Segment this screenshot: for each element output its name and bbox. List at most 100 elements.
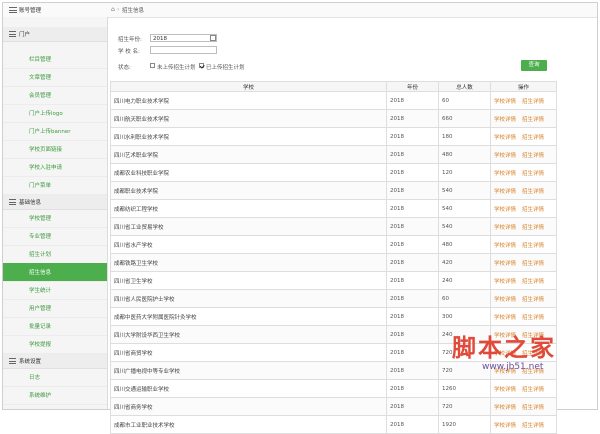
- school-detail-link[interactable]: 学校详情: [494, 117, 516, 123]
- search-button[interactable]: 查询: [521, 60, 547, 71]
- list-icon: [9, 199, 16, 207]
- sidebar-item-column[interactable]: 栏目管理: [3, 50, 107, 69]
- sidebar-group-basic-info[interactable]: 基础信息: [3, 195, 107, 210]
- sidebar-item-members[interactable]: 会员管理: [3, 86, 107, 105]
- enroll-detail-link[interactable]: 招生详情: [522, 225, 544, 231]
- enroll-detail-link[interactable]: 招生详情: [522, 405, 544, 411]
- col-count-header: 总人数: [438, 81, 491, 92]
- enroll-detail-link[interactable]: 招生详情: [522, 243, 544, 249]
- school-detail-link[interactable]: 学校详情: [494, 153, 516, 159]
- sidebar-item-enroll-info[interactable]: 招生信息: [3, 263, 107, 282]
- watermark-url: www.jb51.net: [482, 362, 544, 372]
- ops-cell: 学校详情 招生详情: [490, 415, 557, 434]
- calendar-icon[interactable]: [210, 35, 216, 41]
- enroll-detail-link[interactable]: 招生详情: [522, 153, 544, 159]
- year-cell: 2018: [386, 181, 439, 200]
- sidebar-item-school-report[interactable]: 学校提报: [3, 335, 107, 354]
- sidebar-item-maintenance[interactable]: 系统维护: [3, 386, 107, 405]
- enroll-detail-link[interactable]: 招生详情: [522, 207, 544, 213]
- sidebar-item-enroll-plan[interactable]: 招生计划: [3, 245, 107, 264]
- ops-cell: 学校详情 招生详情: [490, 289, 557, 308]
- school-cell: 成都农业科技职业学院: [110, 163, 387, 182]
- school-detail-link[interactable]: 学校详情: [494, 279, 516, 285]
- enroll-detail-link[interactable]: 招生详情: [522, 117, 544, 123]
- school-cell: 四川电力职业技术学院: [110, 91, 387, 110]
- school-cell: 四川省商贸学校: [110, 343, 387, 362]
- enroll-detail-link[interactable]: 招生详情: [522, 315, 544, 321]
- table-row: 四川省商务学校 2018 720 学校详情 招生详情: [110, 397, 557, 416]
- school-detail-link[interactable]: 学校详情: [494, 225, 516, 231]
- top-bar: 账号管理 ⌂ › 招生信息: [3, 3, 597, 18]
- year-cell: 2018: [386, 91, 439, 110]
- enroll-detail-link[interactable]: 招生详情: [522, 171, 544, 177]
- school-detail-link[interactable]: 学校详情: [494, 387, 516, 393]
- ops-cell: 学校详情 招生详情: [490, 397, 557, 416]
- unuploaded-checkbox[interactable]: [150, 63, 155, 68]
- count-cell: 480: [438, 145, 491, 164]
- school-detail-link[interactable]: 学校详情: [494, 405, 516, 411]
- table-row: 四川艺术职业学院 2018 480 学校详情 招生详情: [110, 145, 557, 164]
- enroll-detail-link[interactable]: 招生详情: [522, 99, 544, 105]
- enroll-detail-link[interactable]: 招生详情: [522, 261, 544, 267]
- enroll-detail-link[interactable]: 招生详情: [522, 387, 544, 393]
- sidebar-item-school-apply[interactable]: 学校入驻申请: [3, 158, 107, 177]
- year-cell: 2018: [386, 361, 439, 380]
- count-cell: 480: [438, 235, 491, 254]
- year-cell: 2018: [386, 325, 439, 344]
- school-detail-link[interactable]: 学校详情: [494, 135, 516, 141]
- year-input[interactable]: 2018: [150, 34, 217, 42]
- ops-cell: 学校详情 招生详情: [490, 235, 557, 254]
- enroll-detail-link[interactable]: 招生详情: [522, 189, 544, 195]
- school-cell: 成都职业技术学院: [110, 181, 387, 200]
- sidebar-item-logs[interactable]: 日志: [3, 368, 107, 387]
- sidebar-group-portal[interactable]: 门户: [3, 27, 107, 42]
- school-detail-link[interactable]: 学校详情: [494, 243, 516, 249]
- school-detail-link[interactable]: 学校详情: [494, 315, 516, 321]
- enroll-detail-link[interactable]: 招生详情: [522, 135, 544, 141]
- sidebar-item-student-stats[interactable]: 学生统计: [3, 281, 107, 300]
- school-cell: 四川省水产学校: [110, 235, 387, 254]
- sidebar-item-school-links[interactable]: 学校页面链接: [3, 140, 107, 159]
- table-row: 成都市工业职业技术学校 2018 1920 学校详情 招生详情: [110, 415, 557, 434]
- ops-cell: 学校详情 招生详情: [490, 199, 557, 218]
- school-detail-link[interactable]: 学校详情: [494, 297, 516, 303]
- enroll-detail-link[interactable]: 招生详情: [522, 297, 544, 303]
- sidebar-item-majors[interactable]: 专业管理: [3, 227, 107, 246]
- ops-cell: 学校详情 招生详情: [490, 109, 557, 128]
- table-header-row: 学校 年份 总人数 操作: [110, 81, 557, 92]
- menu-icon[interactable]: [9, 7, 17, 13]
- col-ops-header: 操作: [490, 81, 557, 92]
- school-name-input[interactable]: [150, 46, 217, 54]
- school-detail-link[interactable]: 学校详情: [494, 99, 516, 105]
- ops-cell: 学校详情 招生详情: [490, 145, 557, 164]
- sidebar-group-settings[interactable]: 系统设置: [3, 354, 107, 369]
- sidebar-item-portal-menu[interactable]: 门户菜单: [3, 176, 107, 195]
- school-detail-link[interactable]: 学校详情: [494, 423, 516, 429]
- school-detail-link[interactable]: 学校详情: [494, 207, 516, 213]
- enroll-detail-link[interactable]: 招生详情: [522, 423, 544, 429]
- ops-cell: 学校详情 招生详情: [490, 217, 557, 236]
- school-detail-link[interactable]: 学校详情: [494, 261, 516, 267]
- uploaded-checkbox[interactable]: [199, 63, 204, 68]
- enrollment-table: 学校 年份 总人数 操作 四川电力职业技术学院 2018 60 学校详情 招生详情 四川航…: [110, 81, 557, 434]
- school-detail-link[interactable]: 学校详情: [494, 189, 516, 195]
- school-cell: 四川省商务学校: [110, 397, 387, 416]
- sidebar-item-batch-records[interactable]: 批量记录: [3, 317, 107, 336]
- year-label: 招生年份:: [118, 37, 142, 43]
- enroll-detail-link[interactable]: 招生详情: [522, 279, 544, 285]
- sidebar-item-schools[interactable]: 学校管理: [3, 209, 107, 228]
- table-row: 成都铁路卫生学校 2018 420 学校详情 招生详情: [110, 253, 557, 272]
- sidebar-item-logo[interactable]: 门户上传logo: [3, 104, 107, 123]
- table-row: 成都中医药大学附属医院针灸学校 2018 300 学校详情 招生详情: [110, 307, 557, 326]
- list-icon: [9, 358, 16, 366]
- home-icon[interactable]: ⌂: [111, 6, 115, 13]
- school-cell: 四川省卫生学校: [110, 271, 387, 290]
- sidebar-item-users[interactable]: 用户管理: [3, 299, 107, 318]
- sidebar-item-articles[interactable]: 文章管理: [3, 68, 107, 87]
- count-cell: 240: [438, 271, 491, 290]
- sidebar-item-banner[interactable]: 门户上传banner: [3, 122, 107, 141]
- year-cell: 2018: [386, 109, 439, 128]
- year-cell: 2018: [386, 343, 439, 362]
- school-detail-link[interactable]: 学校详情: [494, 171, 516, 177]
- school-name-label: 学 校 名:: [118, 49, 140, 55]
